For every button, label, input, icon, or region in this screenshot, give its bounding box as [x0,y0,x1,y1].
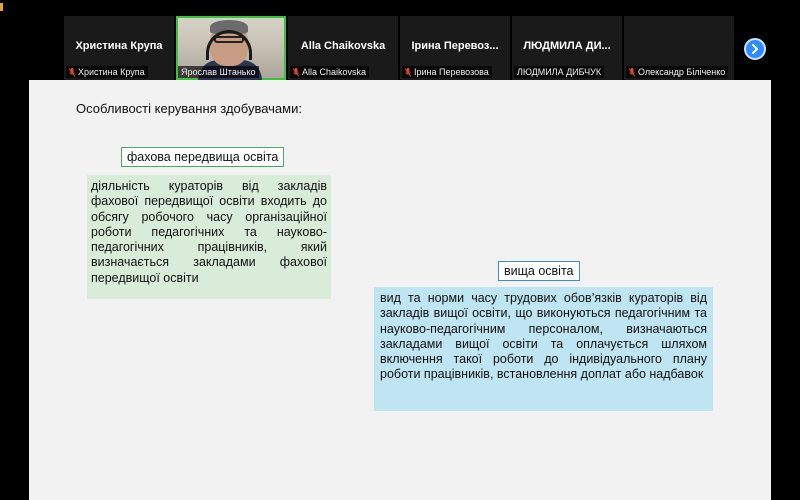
participant-display-name: Ірина Перевоз... [411,40,499,52]
participant-tile[interactable]: Олександр Біліченко [624,16,734,80]
participant-display-name: Христина Крупа [75,40,163,52]
section-text-higher-education: вид та норми часу трудових обов’язків ку… [374,287,713,411]
participant-tile[interactable]: ЛЮДМИЛА ДИ... ЛЮДМИЛА ДИБЧУК [512,16,622,80]
shared-screen-slide: Особливості керування здобувачами: фахов… [29,80,771,500]
participant-caption-text: ЛЮДМИЛА ДИБЧУК [517,67,602,77]
section-text-professional-prehigher: діяльність кураторів від закладів фахово… [87,175,331,299]
participant-tile[interactable]: Ірина Перевоз... Ірина Перевозова [400,16,510,80]
participant-caption: Ярослав Штанько [178,66,259,78]
chevron-right-icon [752,44,758,54]
muted-mic-icon [629,67,635,77]
participant-caption-text: Alla Chaikovska [302,67,367,77]
window-edge-mark [0,3,3,11]
participant-caption-text: Ярослав Штанько [181,67,256,77]
participant-caption: Ірина Перевозова [402,66,492,78]
section-label-higher-education: вища освіта [498,261,580,281]
participant-caption-text: Христина Крупа [78,67,145,77]
slide-heading: Особливості керування здобувачами: [76,101,302,116]
participant-strip: Христина Крупа Христина Крупа Ярослав Шт… [64,16,734,80]
participant-caption: Олександр Біліченко [626,66,729,78]
participant-caption-text: Ірина Перевозова [414,67,489,77]
muted-mic-icon [69,67,75,77]
muted-mic-icon [405,67,411,77]
next-participants-button[interactable] [744,38,766,60]
participant-tile[interactable]: Alla Chaikovska Alla Chaikovska [288,16,398,80]
participant-caption: Alla Chaikovska [290,66,370,78]
top-bar [0,0,800,16]
participant-display-name: Alla Chaikovska [300,40,386,52]
participant-tile[interactable]: Христина Крупа Христина Крупа [64,16,174,80]
participant-tile-active-speaker[interactable]: Ярослав Штанько [176,16,286,80]
section-label-professional-prehigher: фахова передвища освіта [121,147,285,167]
participant-caption: ЛЮДМИЛА ДИБЧУК [514,66,605,78]
participant-caption-text: Олександр Біліченко [638,67,726,77]
participant-caption: Христина Крупа [66,66,148,78]
participant-display-name: ЛЮДМИЛА ДИ... [523,40,611,52]
muted-mic-icon [293,67,299,77]
